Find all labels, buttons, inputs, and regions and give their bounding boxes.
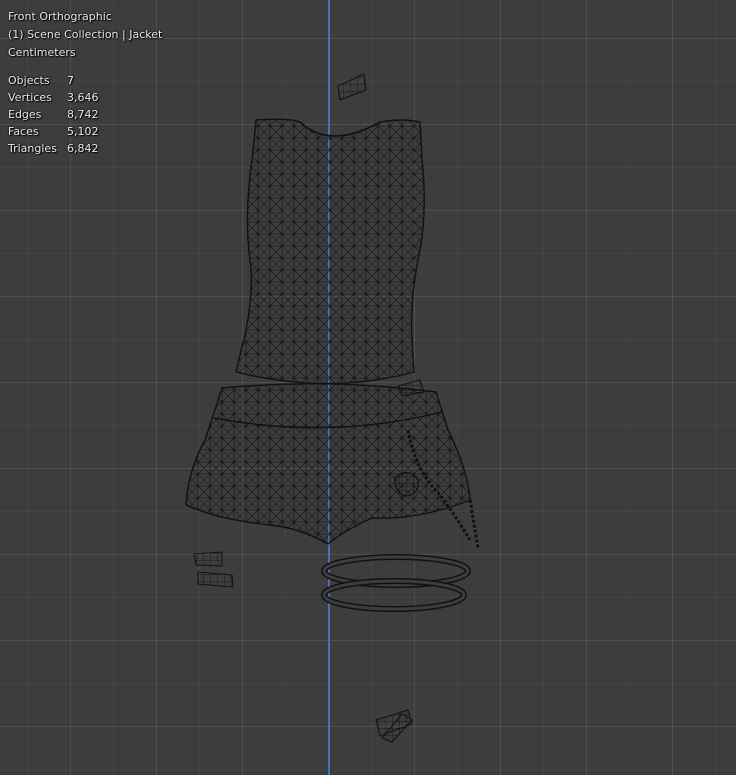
shorts-mesh[interactable] [185,379,471,545]
leg-ring-mesh[interactable] [321,554,471,612]
stat-row: Vertices 3,646 [8,89,162,106]
stat-label: Edges [8,108,42,121]
viewport-text-overlay: Front Orthographic (1) Scene Collection … [8,8,162,157]
stat-value: 5,102 [67,125,99,138]
view-name: Front Orthographic [8,10,112,23]
floating-fragment-top[interactable] [337,73,367,101]
units-label: Centimeters [8,46,76,59]
stat-value: 7 [67,74,74,87]
stat-label: Vertices [8,91,52,104]
stat-label: Objects [8,74,50,87]
floating-fragment-bottom[interactable] [375,709,413,743]
stat-row: Faces 5,102 [8,123,162,140]
stat-row: Objects 7 [8,72,162,89]
stat-label: Triangles [8,142,57,155]
collection-label: (1) Scene Collection | Jacket [8,28,163,41]
stat-row: Triangles 6,842 [8,140,162,157]
scene-statistics: Objects 7 Vertices 3,646 Edges 8,742 Fac… [8,72,162,157]
stat-label: Faces [8,125,39,138]
stat-value: 6,842 [67,142,99,155]
tank-top-mesh[interactable] [235,118,425,385]
stat-value: 8,742 [67,108,99,121]
floating-fragment-left[interactable] [193,551,234,588]
stat-value: 3,646 [67,91,99,104]
stat-row: Edges 8,742 [8,106,162,123]
3d-viewport[interactable]: Front Orthographic (1) Scene Collection … [0,0,736,775]
